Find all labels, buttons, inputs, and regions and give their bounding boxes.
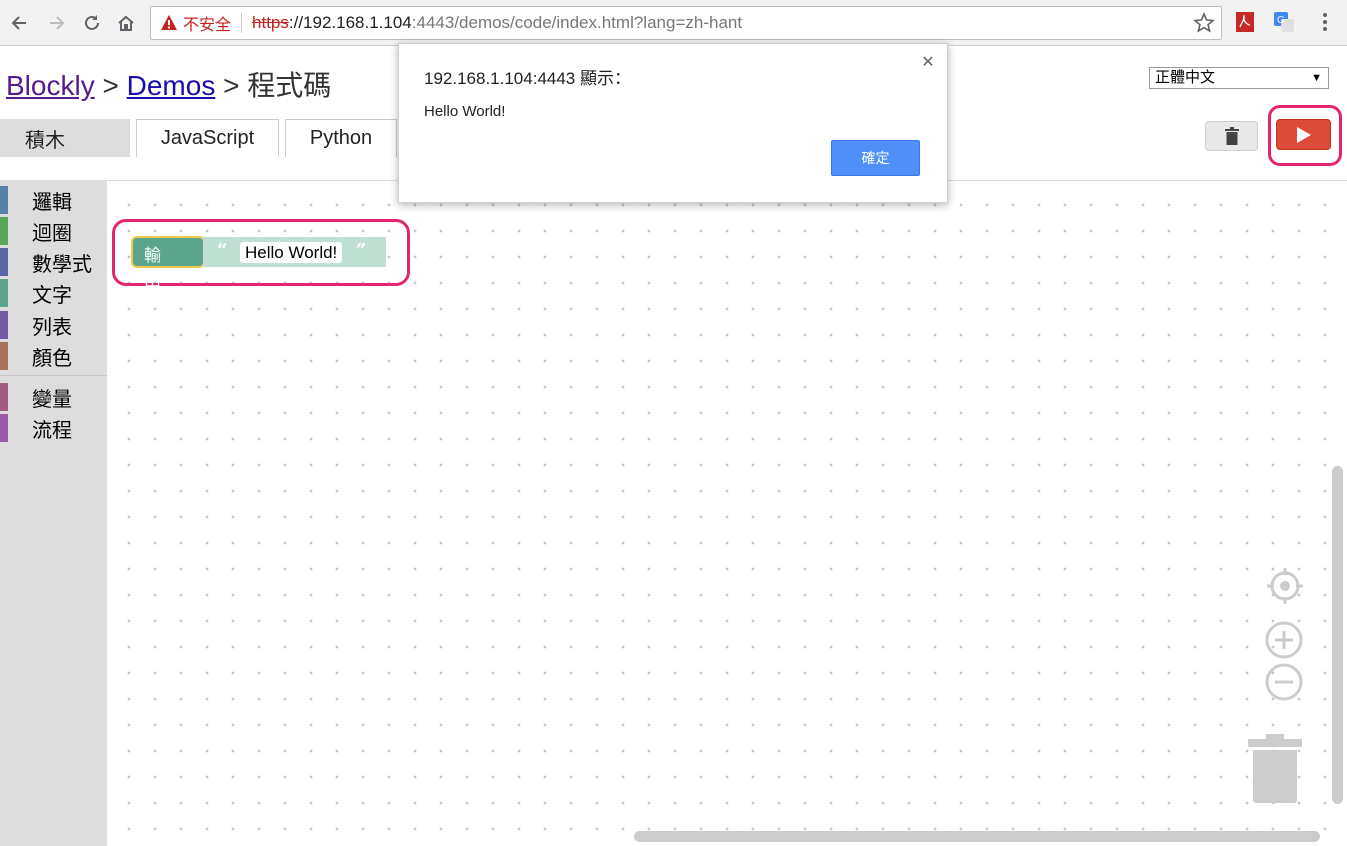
toolbox-category-functions[interactable]: 流程 xyxy=(0,414,107,442)
workspace-trashcan-icon[interactable] xyxy=(1248,734,1302,804)
category-label: 數學式 xyxy=(32,251,92,276)
address-separator xyxy=(241,13,243,33)
category-swatch xyxy=(0,342,8,370)
breadcrumb-demos-link[interactable]: Demos xyxy=(127,70,216,101)
toolbox-category-colour[interactable]: 顏色 xyxy=(0,342,107,370)
tab-python[interactable]: Python xyxy=(285,119,397,157)
category-swatch xyxy=(0,248,8,276)
language-select-value: 正體中文 xyxy=(1155,69,1216,86)
reload-icon[interactable] xyxy=(78,9,106,37)
category-swatch xyxy=(0,383,8,411)
category-label: 顏色 xyxy=(32,345,72,370)
dialog-title: 192.168.1.104:4443 顯示： xyxy=(424,69,631,88)
page-title: 程式碼 xyxy=(247,70,332,101)
tab-blocks[interactable]: 積木 xyxy=(0,119,130,157)
category-label: 文字 xyxy=(32,282,72,307)
url-host: ://192.168.1.104 xyxy=(288,13,412,32)
category-swatch xyxy=(0,311,8,339)
category-label: 變量 xyxy=(32,386,72,411)
security-label[interactable]: 不安全 xyxy=(183,11,231,35)
category-label: 邏輯 xyxy=(32,189,72,214)
category-label: 列表 xyxy=(32,314,72,339)
bookmark-star-icon[interactable] xyxy=(1193,11,1215,39)
zoom-in-icon[interactable] xyxy=(1264,620,1304,660)
alert-dialog: 192.168.1.104:4443 顯示： Hello World! ✕ 確定 xyxy=(398,43,948,203)
dropdown-arrow-icon: ▼ xyxy=(1311,72,1322,84)
category-swatch xyxy=(0,279,8,307)
play-icon xyxy=(1296,126,1311,143)
dialog-message: Hello World! xyxy=(424,103,506,120)
browser-window: 不安全 https://192.168.1.104:4443/demos/cod… xyxy=(0,0,1347,846)
print-block-label: 輸出 xyxy=(144,246,161,291)
back-icon[interactable] xyxy=(6,9,34,37)
print-block-body xyxy=(131,236,205,268)
breadcrumb-blockly-link[interactable]: Blockly xyxy=(6,70,95,101)
toolbox-category-loops[interactable]: 迴圈 xyxy=(0,217,107,245)
url-path: :4443/demos/code/index.html?lang=zh-hant xyxy=(411,13,743,32)
zoom-out-icon[interactable] xyxy=(1264,662,1304,702)
pdf-extension-icon[interactable] xyxy=(1234,11,1256,33)
discard-button[interactable] xyxy=(1205,121,1258,151)
vertical-scrollbar[interactable] xyxy=(1332,466,1343,804)
toolbox-category-math[interactable]: 數學式 xyxy=(0,248,107,276)
browser-toolbar: 不安全 https://192.168.1.104:4443/demos/cod… xyxy=(0,0,1347,46)
breadcrumb-separator: > xyxy=(94,70,127,101)
address-bar[interactable]: 不安全 https://192.168.1.104:4443/demos/cod… xyxy=(150,6,1222,40)
menu-icon[interactable] xyxy=(1314,11,1336,33)
close-icon[interactable]: ✕ xyxy=(919,52,937,71)
toolbox-category-variables[interactable]: 變量 xyxy=(0,383,107,411)
category-label: 流程 xyxy=(32,417,72,442)
category-swatch xyxy=(0,217,8,245)
tab-javascript[interactable]: JavaScript xyxy=(136,119,279,157)
home-icon[interactable] xyxy=(112,9,140,37)
close-quote-icon: ” xyxy=(356,240,367,261)
translate-extension-icon[interactable]: G xyxy=(1273,11,1295,33)
toolbox-category-logic[interactable]: 邏輯 xyxy=(0,186,107,214)
url-scheme: https xyxy=(252,13,289,32)
language-select[interactable]: 正體中文 ▼ xyxy=(1149,67,1329,89)
run-button[interactable] xyxy=(1276,119,1331,150)
horizontal-scrollbar[interactable] xyxy=(634,831,1320,842)
category-swatch xyxy=(0,414,8,442)
breadcrumb-separator: > xyxy=(215,70,248,101)
category-swatch xyxy=(0,186,8,214)
toolbox-category-text[interactable]: 文字 xyxy=(0,279,107,307)
ok-button[interactable]: 確定 xyxy=(831,140,920,176)
toolbox-separator xyxy=(0,375,107,376)
text-block-field[interactable]: Hello World! xyxy=(240,242,343,263)
breadcrumb: Blockly > Demos > 程式碼 xyxy=(6,64,331,104)
trash-icon xyxy=(1224,127,1239,145)
forward-icon[interactable] xyxy=(42,9,70,37)
svg-text:G: G xyxy=(1277,15,1285,26)
category-label: 迴圈 xyxy=(32,220,72,245)
warning-icon xyxy=(161,15,177,30)
open-quote-icon: “ xyxy=(217,240,228,261)
recenter-icon[interactable] xyxy=(1265,566,1305,606)
toolbox-category-lists[interactable]: 列表 xyxy=(0,311,107,339)
